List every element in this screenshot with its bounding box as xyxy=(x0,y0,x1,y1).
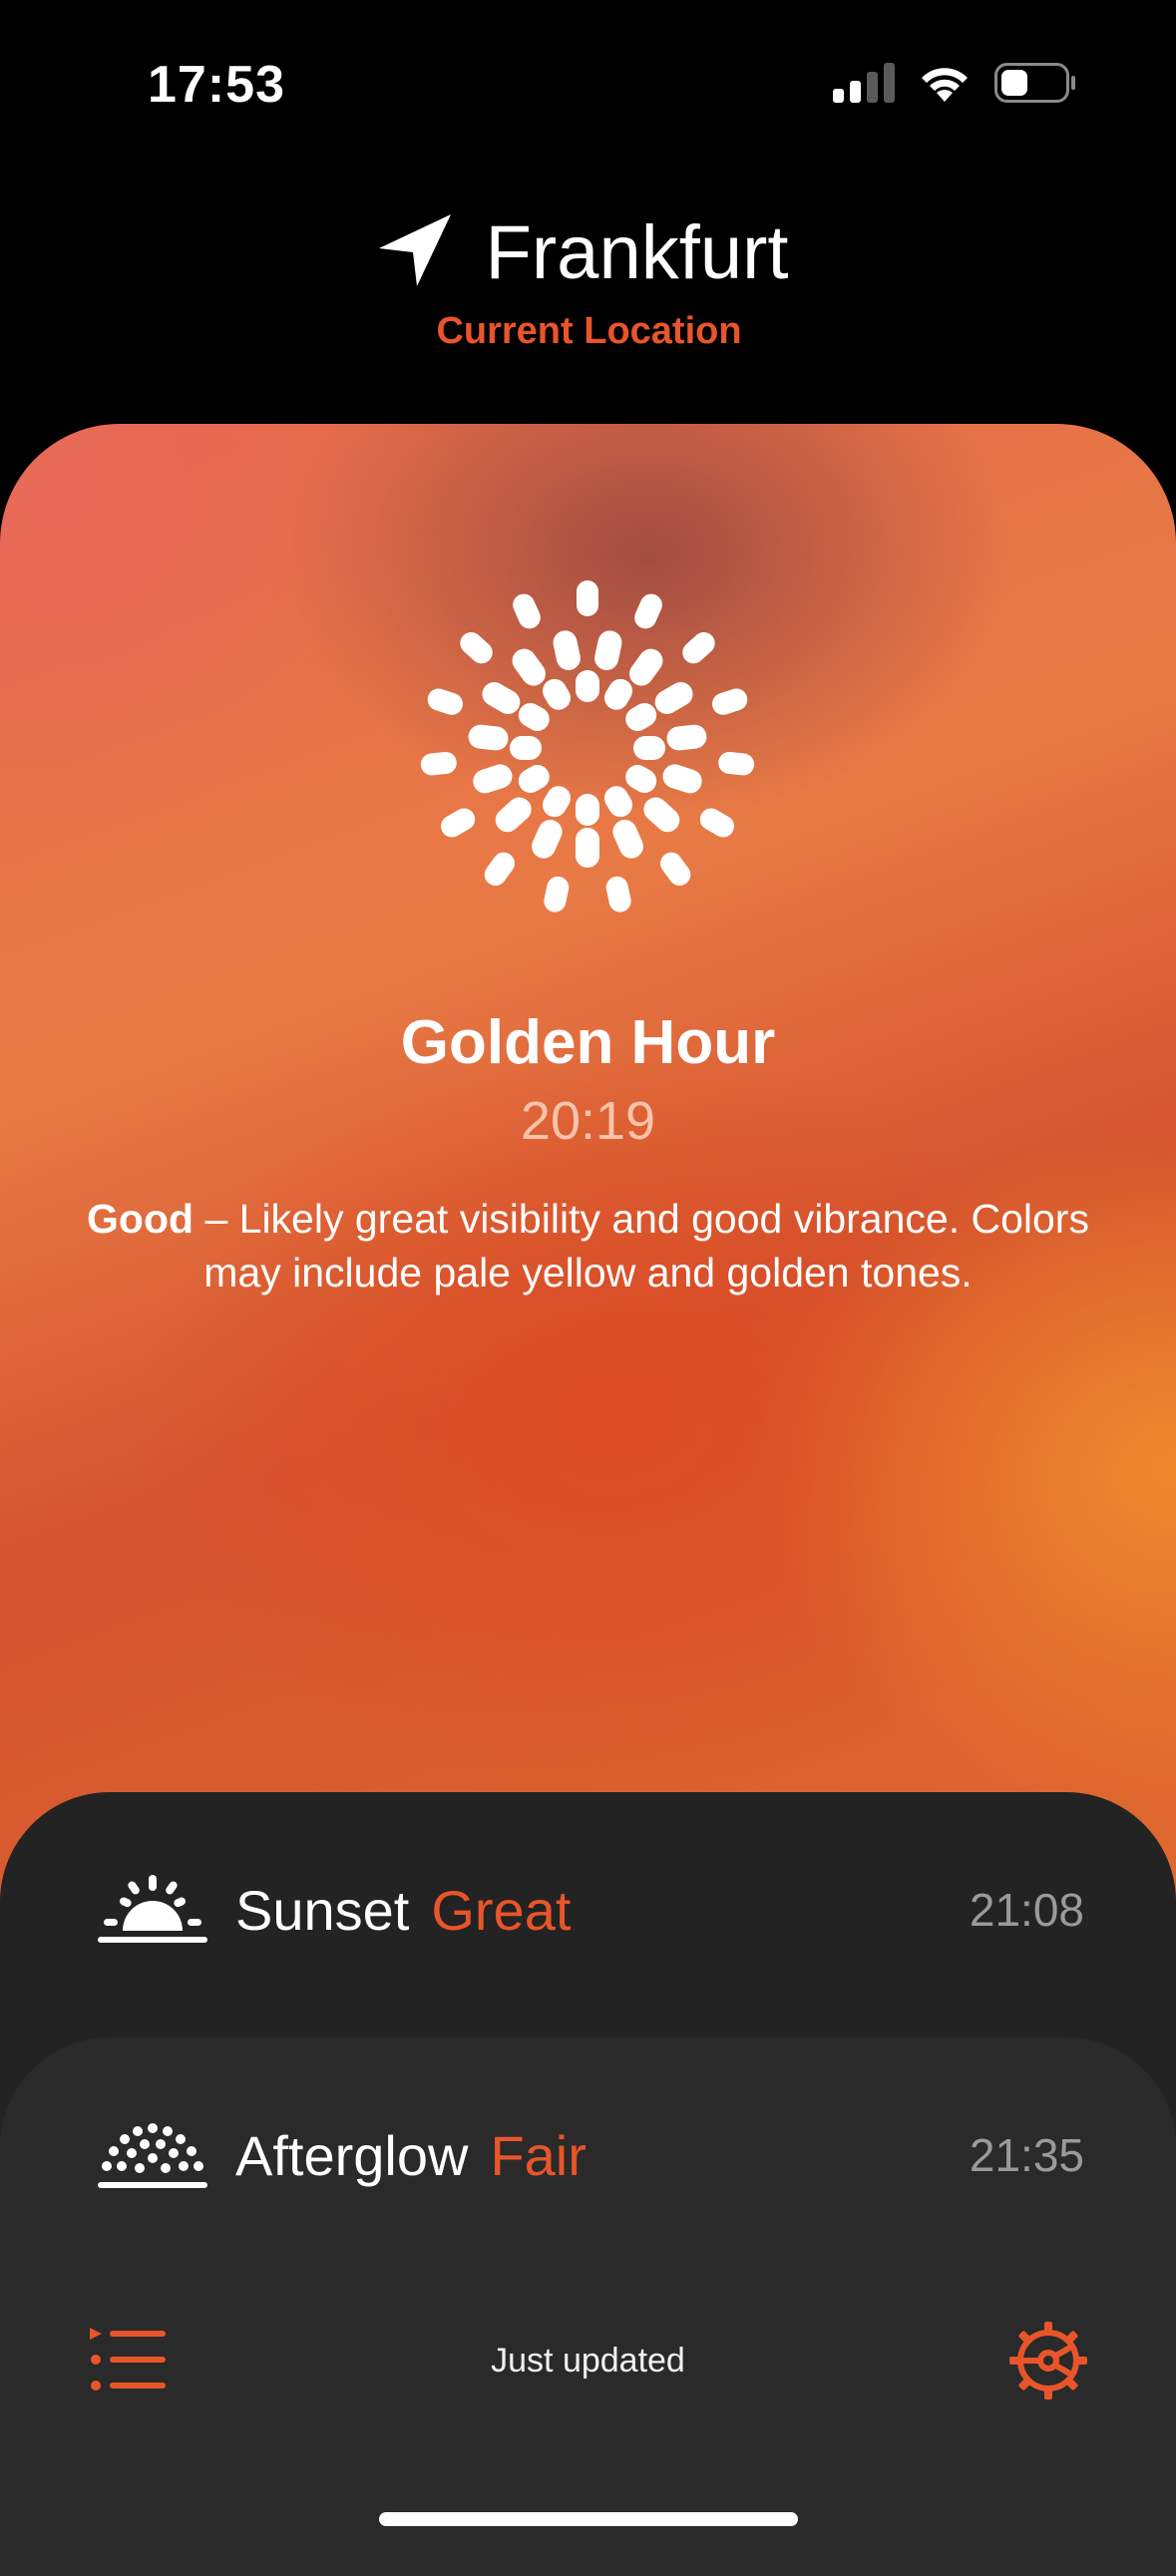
wifi-icon xyxy=(917,62,973,109)
settings-gear-icon xyxy=(1009,2322,1087,2399)
location-name: Frankfurt xyxy=(485,210,789,295)
event-description-text: – Likely great visibility and good vibra… xyxy=(194,1196,1089,1295)
battery-icon xyxy=(994,63,1076,108)
golden-hour-card[interactable]: Golden Hour 20:19 Good – Likely great vi… xyxy=(0,424,1176,1920)
sunset-label: Sunset xyxy=(235,1878,410,1942)
afterglow-time: 21:35 xyxy=(969,2129,1084,2181)
settings-button[interactable] xyxy=(1007,2320,1089,2401)
home-indicator[interactable] xyxy=(379,2512,798,2526)
list-item-afterglow[interactable]: Afterglow Fair 21:35 xyxy=(0,2105,1176,2205)
event-time: 20:19 xyxy=(520,1091,656,1151)
afterglow-icon xyxy=(98,2123,207,2188)
list-item-label: Afterglow Fair xyxy=(235,2123,587,2188)
golden-hour-sun-icon xyxy=(420,580,755,913)
location-subtitle: Current Location xyxy=(436,310,742,352)
status-icons xyxy=(833,62,1076,109)
cellular-signal-icon xyxy=(833,63,895,108)
location-row[interactable]: Frankfurt xyxy=(0,209,1176,296)
status-time: 17:53 xyxy=(148,56,285,114)
list-item-label: Sunset Great xyxy=(235,1878,571,1943)
afterglow-rating: Fair xyxy=(490,2123,587,2187)
event-description: Good – Likely great visibility and good … xyxy=(80,1192,1096,1299)
sunset-rating: Great xyxy=(431,1878,572,1942)
event-title: Golden Hour xyxy=(400,1008,776,1077)
footer-toolbar: Just updated xyxy=(0,2322,1176,2403)
events-list-card-secondary: Afterglow Fair 21:35 xyxy=(0,2037,1176,2576)
location-header[interactable]: Frankfurt Current Location xyxy=(0,209,1176,353)
sunset-icon xyxy=(98,1875,207,1943)
list-item-sunset[interactable]: Sunset Great 21:08 xyxy=(0,1860,1176,1960)
location-arrow-icon xyxy=(377,212,453,293)
update-status: Just updated xyxy=(491,2342,685,2380)
status-bar: 17:53 xyxy=(0,0,1176,170)
event-rating: Good xyxy=(87,1196,195,1242)
afterglow-label: Afterglow xyxy=(235,2123,469,2187)
sunset-time: 21:08 xyxy=(969,1884,1084,1936)
